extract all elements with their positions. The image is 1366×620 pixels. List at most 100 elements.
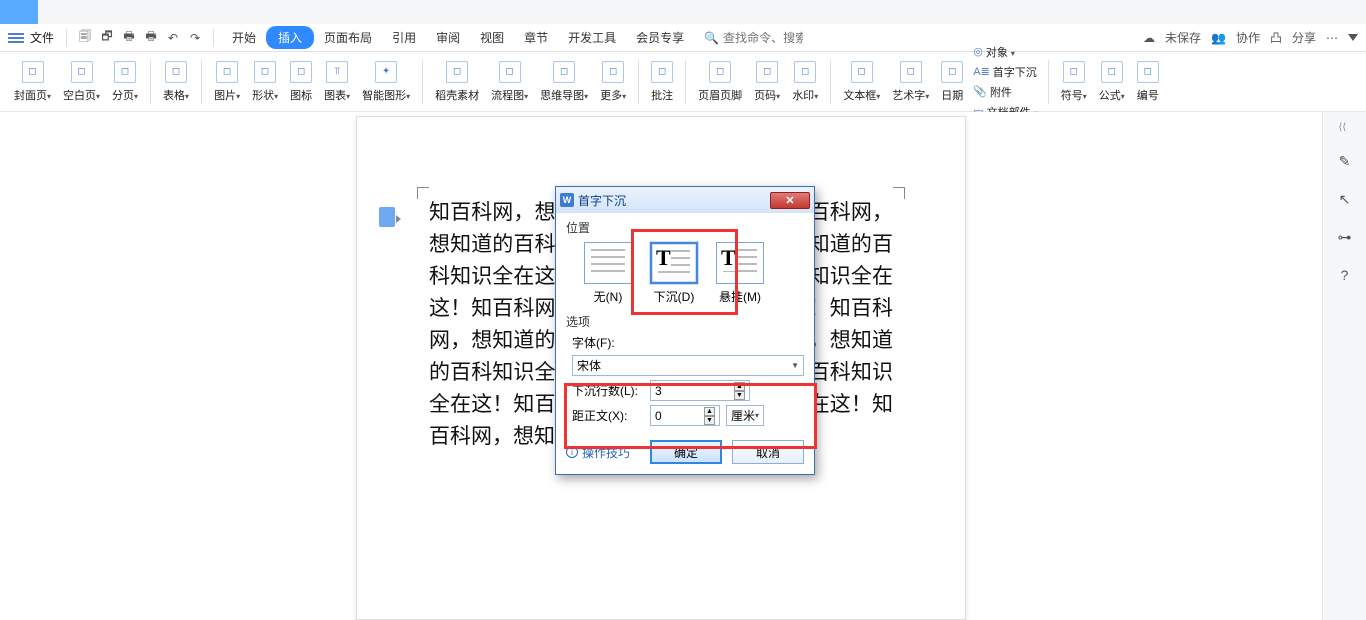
lines-spinner[interactable]: 3 ▲▼	[650, 380, 750, 401]
print-icon[interactable]: 🖶	[119, 28, 139, 48]
ribbon-icon: ◻	[114, 61, 136, 83]
dialog-title: 首字下沉	[578, 192, 626, 209]
window-titlebar	[0, 0, 1366, 24]
dropcap-option-hanging[interactable]: T悬挂(M)	[716, 242, 764, 305]
ribbon-item[interactable]: ◻表格▾	[157, 52, 195, 111]
ribbon-tab-5[interactable]: 视图	[470, 27, 514, 48]
ribbon-item[interactable]: ◻批注	[645, 52, 679, 111]
separator	[685, 60, 686, 104]
ribbon-item[interactable]: ◻分页▾	[106, 52, 144, 111]
ribbon-item[interactable]: ◻文本框▾	[837, 52, 886, 111]
ribbon-item[interactable]: ◻页眉页脚	[692, 52, 748, 111]
ribbon-item[interactable]: ◻编号	[1131, 52, 1165, 111]
separator	[150, 60, 151, 104]
ribbon-item[interactable]: ◻稻壳素材	[429, 52, 485, 111]
ribbon-tab-3[interactable]: 引用	[382, 27, 426, 48]
dropcap-option-dropped[interactable]: T下沉(D)	[650, 242, 698, 305]
save-as-icon[interactable]: 🗗	[97, 28, 117, 48]
ribbon-tab-7[interactable]: 开发工具	[558, 27, 626, 48]
ribbon-item[interactable]: ◻封面页▾	[8, 52, 57, 111]
dropdown-icon[interactable]	[1348, 34, 1358, 41]
menu-icon[interactable]	[8, 33, 24, 43]
ribbon-tab-1[interactable]: 插入	[266, 26, 314, 49]
ribbon-item[interactable]: ◻水印▾	[786, 52, 824, 111]
pencil-icon[interactable]: ✎	[1335, 151, 1355, 171]
ribbon-icon: ◻	[1063, 61, 1085, 83]
ribbon-item[interactable]: ◻更多▾	[594, 52, 632, 111]
share-label[interactable]: 分享	[1292, 29, 1316, 46]
close-button[interactable]: ✕	[770, 192, 810, 209]
separator	[66, 29, 67, 47]
ribbon-icon: ◻	[1137, 61, 1159, 83]
ribbon-item[interactable]: ◻页码▾	[748, 52, 786, 111]
ribbon-item[interactable]: ◻形状▾	[246, 52, 284, 111]
menubar: 文件 🗐 🗗 🖶 🖶 ↶ ↷ 开始插入页面布局引用审阅视图章节开发工具会员专享 …	[0, 24, 1366, 52]
unit-value: 厘米	[731, 407, 755, 424]
spinner-buttons[interactable]: ▲▼	[734, 382, 745, 400]
separator	[213, 29, 214, 47]
cancel-button[interactable]: 取消	[732, 440, 804, 464]
ribbon-item[interactable]: ◻空白页▾	[57, 52, 106, 111]
dropcap-option-none[interactable]: 无(N)	[584, 242, 632, 305]
chevron-down-icon: ▾	[755, 411, 759, 420]
dialog-titlebar[interactable]: W 首字下沉 ✕	[556, 187, 814, 213]
tips-link[interactable]: i 操作技巧	[566, 444, 630, 461]
ribbon-item[interactable]: 📎附件	[973, 84, 1037, 100]
separator	[201, 60, 202, 104]
dropcap-dialog: W 首字下沉 ✕ 位置 无(N)T下沉(D)T悬挂(M) 选项 字体(F): 宋…	[555, 186, 815, 475]
spinner-buttons[interactable]: ▲▼	[704, 407, 715, 425]
ribbon-item[interactable]: ◻符号▾	[1055, 52, 1093, 111]
ribbon-icon: ◻	[71, 61, 93, 83]
ribbon-item[interactable]: ◻流程图▾	[485, 52, 534, 111]
command-search[interactable]: 🔍	[704, 31, 803, 45]
save-icon[interactable]: 🗐	[75, 28, 95, 48]
distance-spinner[interactable]: 0 ▲▼	[650, 405, 720, 426]
search-input[interactable]	[723, 31, 803, 45]
option-label: 悬挂(M)	[719, 288, 761, 305]
ribbon-item[interactable]: ◻思维导图▾	[534, 52, 594, 111]
ribbon-item[interactable]: A≣首字下沉	[973, 64, 1037, 80]
more-label[interactable]: ⋯	[1326, 31, 1338, 45]
font-select[interactable]: 宋体 ▼	[572, 355, 804, 376]
ribbon-tab-8[interactable]: 会员专享	[626, 27, 694, 48]
options-fieldset: 选项 字体(F): 宋体 ▼ 下沉行数(L): 3 ▲▼ 距正文(X):	[566, 313, 804, 430]
ribbon-icon: ✦	[375, 61, 397, 83]
ribbon-tab-2[interactable]: 页面布局	[314, 27, 382, 48]
ribbon-item[interactable]: ◻日期	[935, 52, 969, 111]
right-sidebar: ⟨⟨ ✎ ↖ ⊶ ?	[1322, 112, 1366, 620]
select-icon[interactable]: ↖	[1335, 189, 1355, 209]
ribbon-icon: ◻	[794, 61, 816, 83]
unsaved-label[interactable]: 未保存	[1165, 29, 1201, 46]
print-preview-icon[interactable]: 🖶	[141, 28, 161, 48]
coop-label[interactable]: 协作	[1236, 29, 1260, 46]
undo-icon[interactable]: ↶	[163, 28, 183, 48]
ribbon-icon: 📎	[973, 85, 987, 98]
ribbon-item[interactable]: ◻图标	[284, 52, 318, 111]
paragraph-options-icon[interactable]	[379, 207, 395, 227]
ribbon-item[interactable]: ⫪图表▾	[318, 52, 356, 111]
unit-select[interactable]: 厘米▾	[726, 405, 764, 426]
doc-tab-active[interactable]	[0, 0, 38, 24]
settings-icon[interactable]: ⊶	[1335, 227, 1355, 247]
option-label: 下沉(D)	[654, 288, 695, 305]
collapse-icon[interactable]: ⟨⟨	[1339, 122, 1351, 133]
distance-label: 距正文(X):	[572, 407, 644, 424]
ribbon-tab-0[interactable]: 开始	[222, 27, 266, 48]
ribbon-item[interactable]: ✦智能图形▾	[356, 52, 416, 111]
ribbon-tab-4[interactable]: 审阅	[426, 27, 470, 48]
ribbon-item[interactable]: ◻艺术字▾	[886, 52, 935, 111]
redo-icon[interactable]: ↷	[185, 28, 205, 48]
ribbon-tab-6[interactable]: 章节	[514, 27, 558, 48]
ribbon-icon: ◻	[216, 61, 238, 83]
ribbon-icon: ◻	[22, 61, 44, 83]
ribbon-item[interactable]: ◻公式▾	[1093, 52, 1131, 111]
help-icon[interactable]: ?	[1335, 265, 1355, 285]
ribbon-icon: ◻	[553, 61, 575, 83]
ribbon-icon: ◻	[651, 61, 673, 83]
ribbon-item[interactable]: ◻图片▾	[208, 52, 246, 111]
ok-button[interactable]: 确定	[650, 440, 722, 464]
ribbon-icon: ◻	[941, 61, 963, 83]
ribbon-item[interactable]: ◎对象 ▾	[973, 44, 1037, 60]
file-menu[interactable]: 文件	[30, 29, 54, 46]
app-logo-icon: W	[560, 193, 574, 207]
